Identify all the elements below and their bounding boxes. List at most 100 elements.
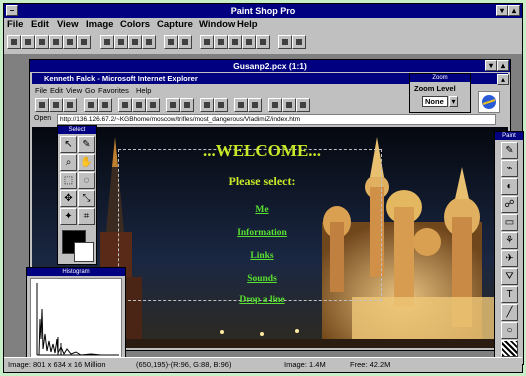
toggle-palette-icon[interactable] (214, 35, 228, 49)
link-links[interactable]: Links (162, 251, 362, 261)
toggle-zoom-icon[interactable] (242, 35, 256, 49)
browser-copy2-icon (282, 98, 296, 112)
airbrush-tool-icon[interactable]: ✈ (501, 250, 518, 267)
zoom-palette-title[interactable]: Zoom (410, 74, 470, 82)
browser-menu-help: Help (136, 86, 152, 95)
workspace: Gusanp2.pcx (1:1) ▾ ▴ Kenneth Falck - Mi… (4, 55, 524, 365)
link-sounds[interactable]: Sounds (162, 274, 362, 284)
minimize-icon[interactable]: ▾ (496, 5, 508, 16)
menu-capture[interactable]: Capture (157, 19, 193, 30)
system-menu-icon[interactable]: − (6, 5, 18, 16)
menu-edit[interactable]: Edit (31, 19, 49, 30)
color-replacer-icon[interactable]: ◐ (501, 178, 518, 195)
zoom-palette: Zoom Zoom Level None ▾ (409, 73, 471, 113)
browser-print-icon (49, 98, 63, 112)
link-me[interactable]: Me (162, 205, 362, 215)
context-help-icon[interactable] (292, 35, 306, 49)
new-file-icon[interactable] (7, 35, 21, 49)
link-information[interactable]: Information (162, 228, 362, 238)
menu-colors[interactable]: Colors (120, 19, 150, 30)
browser-title: Kenneth Falck - Microsoft Internet Explo… (44, 74, 198, 83)
menu-window[interactable]: Window (199, 19, 235, 30)
deform-tool-icon[interactable]: ⤡ (78, 190, 95, 207)
lasso-select-icon[interactable]: ◌ (78, 172, 95, 189)
image-maximize-icon[interactable]: ▴ (497, 60, 509, 71)
status-dimensions: Image: 801 x 634 x 16 Million (8, 360, 106, 369)
retouch-tool-icon[interactable]: ☍ (501, 196, 518, 213)
histogram-graph (36, 283, 119, 356)
hand-tool-icon[interactable]: ✋ (78, 154, 95, 171)
browser-forward-icon (98, 98, 112, 112)
image-minimize-icon[interactable]: ▾ (485, 60, 497, 71)
browser-menu-edit: Edit (50, 86, 63, 95)
eraser-tool-icon[interactable]: ▭ (501, 214, 518, 231)
image-window-title-bar[interactable]: Gusanp2.pcx (1:1) ▾ ▴ (30, 60, 510, 72)
zoom-tool-icon[interactable]: ⌕ (60, 154, 77, 171)
help-icon[interactable] (278, 35, 292, 49)
browser-larger-font-icon (234, 98, 248, 112)
rect-select-icon[interactable]: ⬚ (60, 172, 77, 189)
browser-menu-go: Go (85, 86, 96, 95)
browser-cut-icon (268, 98, 282, 112)
welcome-heading: ...WELCOME... (202, 141, 322, 160)
undo-icon[interactable] (164, 35, 178, 49)
shape-tool-icon[interactable]: ○ (501, 322, 518, 339)
full-screen-icon[interactable] (200, 35, 214, 49)
browser-menu-favorites: Favorites (98, 86, 129, 95)
arrow-tool-icon[interactable]: ↖ (60, 136, 77, 153)
paint-palette-title[interactable]: Paint (495, 132, 523, 140)
browser-refresh-icon (132, 98, 146, 112)
copy-icon[interactable] (114, 35, 128, 49)
browser-open-icon (35, 98, 49, 112)
scan-icon[interactable] (77, 35, 91, 49)
eyedropper-tool-icon[interactable]: ✎ (78, 136, 95, 153)
line-tool-icon[interactable]: ╱ (501, 304, 518, 321)
address-field: http://136.126.67.2/~KGBhome/moscow/trif… (57, 114, 496, 125)
menu-help[interactable]: Help (237, 19, 258, 30)
select-palette-title[interactable]: Select (58, 126, 96, 134)
paint-tool-palette: Paint ✎ ⌁ ◐ ☍ ▭ ⚘ ✈ ⛛ T ╱ ○ (494, 131, 524, 365)
toggle-histogram-icon[interactable] (228, 35, 242, 49)
clone-brush-icon[interactable]: ⌁ (501, 160, 518, 177)
app-title-bar[interactable]: − Paint Shop Pro ▾ ▴ (4, 4, 522, 18)
link-drop-a-line[interactable]: Drop a line (162, 295, 362, 305)
open-file-icon[interactable] (21, 35, 35, 49)
paste-new-icon[interactable] (142, 35, 156, 49)
flood-fill-icon[interactable]: ⛛ (501, 268, 518, 285)
paste-icon[interactable] (128, 35, 142, 49)
magic-wand-icon[interactable]: ✦ (60, 208, 77, 225)
print-icon[interactable] (49, 35, 63, 49)
zoom-level-label: Zoom Level (414, 84, 456, 93)
print-preview-icon[interactable] (63, 35, 77, 49)
menu-file[interactable]: File (7, 19, 23, 30)
pattern-tool-icon[interactable] (501, 340, 518, 357)
picture-tube-icon[interactable]: ⚘ (501, 232, 518, 249)
menu-view[interactable]: View (57, 19, 78, 30)
image-scroll-up-icon[interactable]: ▴ (497, 74, 509, 85)
zoom-dropdown-icon[interactable]: ▾ (449, 96, 458, 107)
select-subheading: Please select: (228, 174, 296, 188)
menu-bar: File Edit View Image Colors Capture Wind… (4, 18, 522, 31)
crop-tool-icon[interactable]: ⌗ (78, 208, 95, 225)
maximize-icon[interactable]: ▴ (508, 5, 520, 16)
main-toolbar (4, 32, 522, 55)
browser-paste2-icon (296, 98, 310, 112)
browser-favorites-icon (180, 98, 194, 112)
browser-menu-file: File (35, 86, 48, 95)
save-icon[interactable] (35, 35, 49, 49)
status-bar: Image: 801 x 634 x 16 Million (650,195)-… (4, 357, 522, 372)
toggle-color-icon[interactable] (256, 35, 270, 49)
histogram-title[interactable]: Histogram (27, 268, 125, 276)
zoom-level-select[interactable]: None (422, 96, 448, 107)
cut-icon[interactable] (100, 35, 114, 49)
capture-icon[interactable] (178, 35, 192, 49)
text-tool-icon[interactable]: T (501, 286, 518, 303)
menu-image[interactable]: Image (86, 19, 113, 30)
move-tool-icon[interactable]: ✥ (60, 190, 77, 207)
background-color-swatch[interactable] (74, 242, 94, 262)
app-title: Paint Shop Pro (230, 6, 296, 16)
browser-copy-icon (200, 98, 214, 112)
address-label: Open (34, 115, 52, 122)
status-pixel-info: (650,195)-(R:96, G:88, B:96) (136, 360, 232, 369)
paintbrush-tool-icon[interactable]: ✎ (501, 142, 518, 159)
